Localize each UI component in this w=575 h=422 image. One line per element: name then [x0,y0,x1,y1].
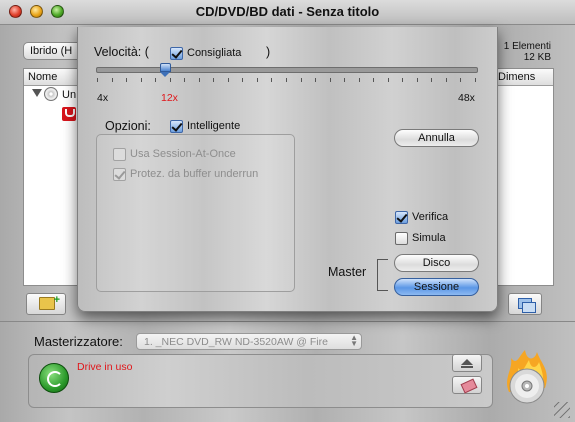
slider-tick [402,78,403,82]
disc-mode-popup[interactable]: Ibrido (H [23,42,83,60]
speed-slider-track[interactable] [96,67,478,73]
slider-tick [388,78,389,82]
status-panel: Drive in uso [28,354,493,408]
slider-tick [373,78,374,82]
updown-arrows-icon: ▲ ▼ [350,333,358,348]
slider-tick [301,78,302,82]
buffer-underrun-checkbox[interactable] [113,168,126,181]
eject-icon [461,359,473,368]
slider-tick [271,78,272,82]
slider-tick [446,78,447,82]
slider-tick [344,78,345,82]
main-window: CD/DVD/BD dati - Senza titolo Ibrido (H … [0,0,575,422]
eraser-icon [460,378,478,394]
slider-tick [460,78,461,82]
session-button[interactable]: Sessione [394,278,479,296]
project-summary: 1 Elementi 12 KB [504,41,551,63]
master-label: Master [328,265,367,279]
burn-settings-sheet: Velocità: ( Consigliata ) 4x 12x 48x Opz… [77,27,498,312]
burner-label: Masterizzatore: [34,334,123,349]
simulate-label[interactable]: Simula [412,232,446,244]
simulate-checkbox[interactable] [395,232,408,245]
add-folder-button[interactable] [26,293,66,315]
slider-tick [126,78,127,82]
disc-icon [44,87,58,101]
file-type-icon [62,107,76,121]
disc-button[interactable]: Disco [394,254,479,272]
recommended-speed-checkbox[interactable] [170,47,183,60]
element-count: 1 Elementi [503,41,551,52]
slider-tick [155,78,156,82]
disclosure-triangle-icon[interactable] [32,89,42,97]
session-at-once-label: Usa Session-At-Once [130,148,236,160]
slider-tick [475,78,476,82]
slider-tick [359,78,360,82]
window-title: CD/DVD/BD dati - Senza titolo [195,4,380,19]
slider-tick [431,78,432,82]
project-size: 12 KB [523,52,551,63]
speed-max-label: 48x [458,92,475,104]
slider-tick [97,78,98,82]
resize-grip[interactable] [554,402,570,418]
eject-button[interactable] [452,354,482,372]
recommended-speed-label[interactable]: Consigliata [187,47,241,59]
slider-tick [315,78,316,82]
speed-slider-thumb[interactable] [160,63,172,77]
slider-tick [330,78,331,82]
column-size-header[interactable]: Dimens [498,71,535,83]
master-bracket [377,259,388,291]
drive-status-text: Drive in uso [77,361,133,373]
speed-min-label: 4x [97,92,109,104]
speed-label: Velocità: ( [94,45,149,59]
erase-button[interactable] [452,376,482,394]
slider-tick [199,78,200,82]
slider-tick [213,78,214,82]
verify-checkbox[interactable] [395,211,408,224]
burn-disc-icon[interactable] [501,348,551,404]
title-bar[interactable]: CD/DVD/BD dati - Senza titolo [0,0,575,25]
speed-label-close: ) [266,45,271,59]
burner-select[interactable]: 1. _NEC DVD_RW ND-3520AW @ Fire ▲ ▼ [136,333,362,350]
smart-options-label[interactable]: Intelligente [187,120,240,132]
slider-tick [228,78,229,82]
window-toggle-button[interactable] [508,293,542,315]
cancel-button[interactable]: Annulla [394,129,479,147]
slider-tick [286,78,287,82]
windows-icon [518,298,536,313]
slider-tick [242,78,243,82]
verify-label[interactable]: Verifica [412,211,448,223]
burner-select-value: 1. _NEC DVD_RW ND-3520AW @ Fire [144,336,328,348]
slider-tick [112,78,113,82]
root-item-label: Un [62,89,77,101]
slider-tick [170,78,171,82]
buffer-underrun-label: Protez. da buffer underrun [130,168,259,180]
slider-tick [417,78,418,82]
speed-selected-label: 12x [161,92,178,104]
session-at-once-checkbox[interactable] [113,148,126,161]
new-folder-icon [39,294,60,310]
divider [0,321,575,322]
drive-busy-icon [39,363,69,393]
slider-tick [184,78,185,82]
slider-tick [141,78,142,82]
smart-options-checkbox[interactable] [170,120,183,133]
options-label: Opzioni: [105,119,151,133]
options-group: Usa Session-At-Once Protez. da buffer un… [96,134,295,292]
slider-tick [257,78,258,82]
column-name-header[interactable]: Nome [28,71,57,83]
